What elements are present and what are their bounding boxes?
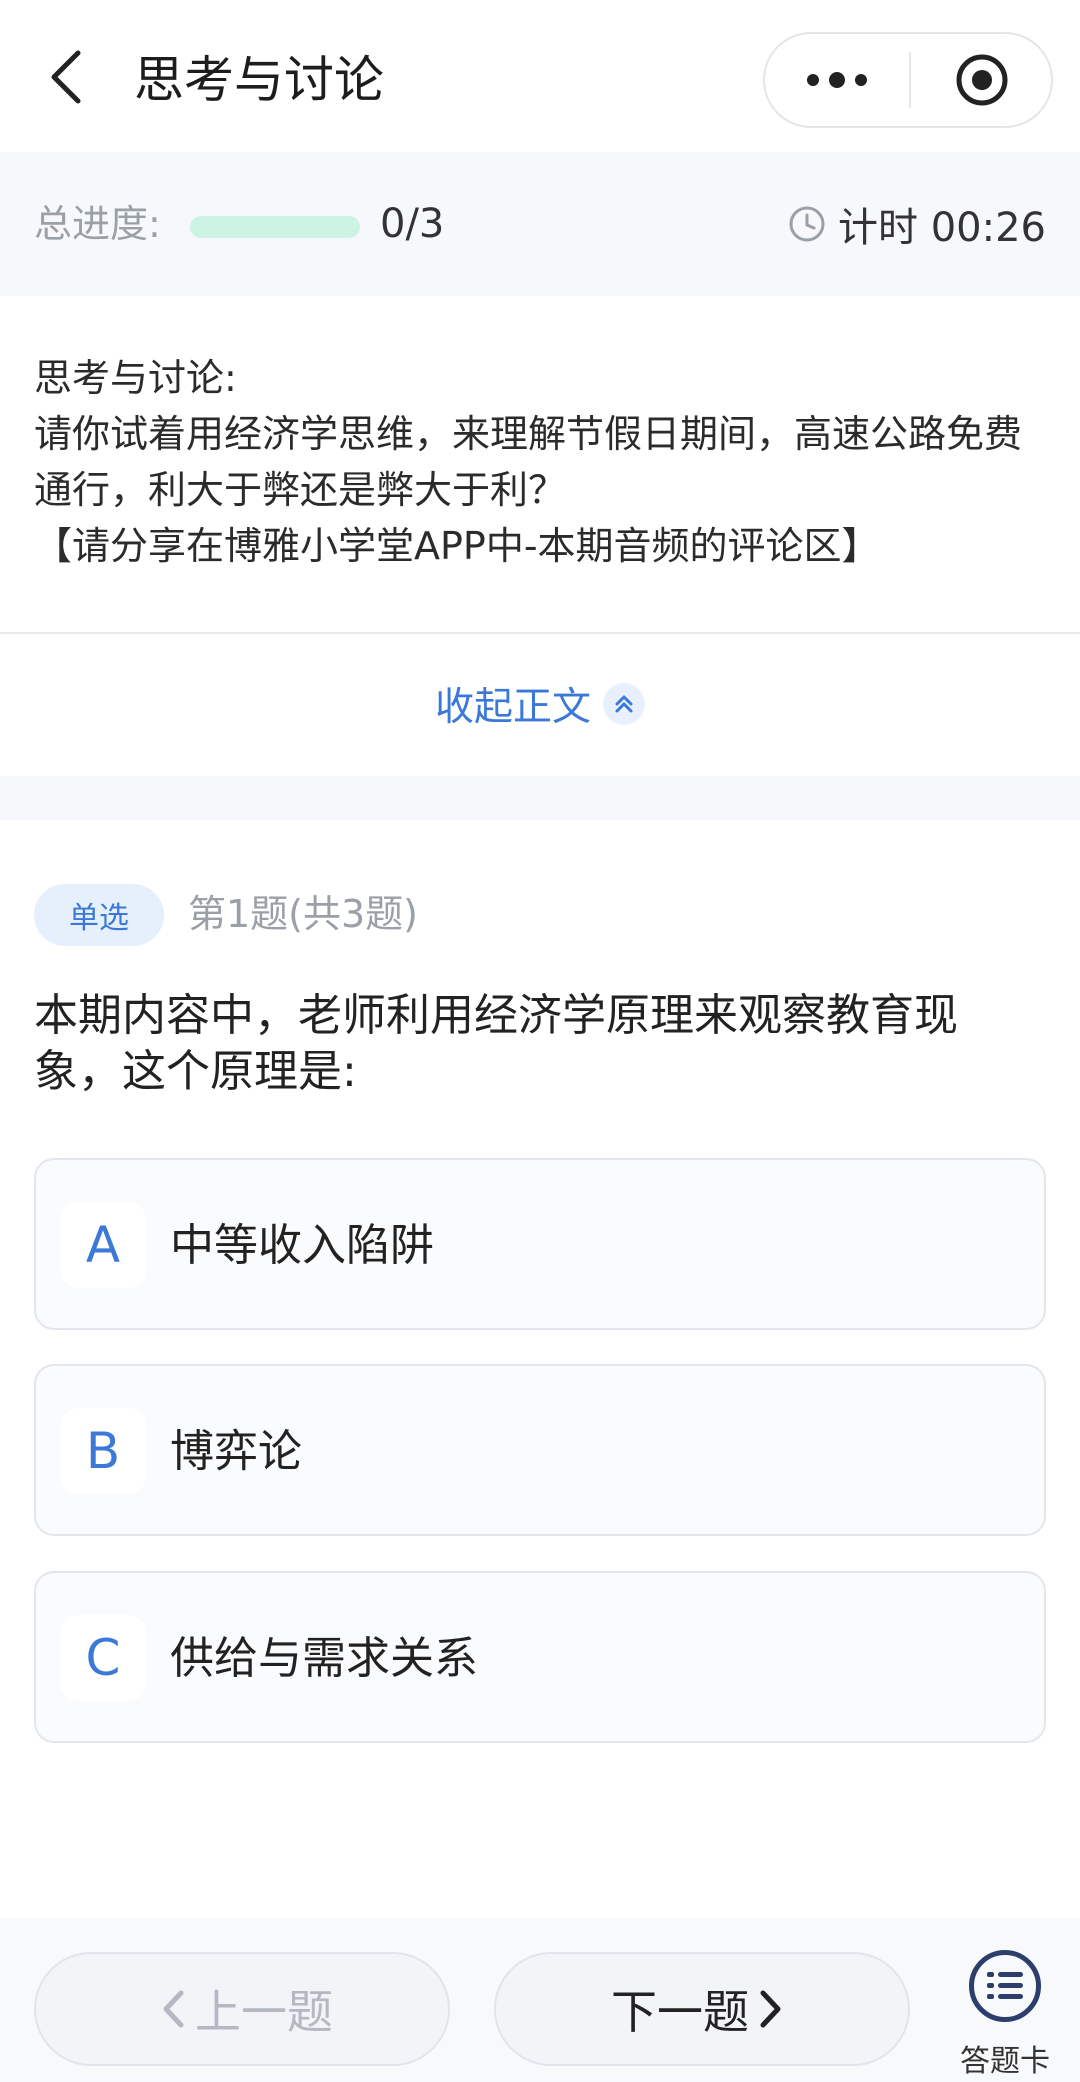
back-button[interactable]: [40, 46, 92, 108]
progress-label: 总进度:: [34, 202, 161, 246]
question-text: 本期内容中，老师利用经济学原理来观察教育现象，这个原理是:: [34, 990, 958, 1097]
page-title: 思考与讨论: [134, 51, 384, 109]
prev-question-button[interactable]: 上一题: [34, 1952, 450, 2066]
passage-question: 请你试着用经济学思维，来理解节假日期间，高速公路免费通行，利大于弊还是弊大于利？: [34, 412, 1023, 512]
question-index: 第1题(共3题): [188, 892, 419, 936]
chevron-left-icon: [163, 1990, 184, 2028]
chevron-left-icon: [51, 50, 81, 104]
more-dots-icon: [807, 72, 867, 88]
prev-label: 上一题: [195, 1985, 333, 2039]
option-letter: C: [60, 1615, 146, 1701]
passage-note: 【请分享在博雅小学堂APP中-本期音频的评论区】: [34, 524, 880, 568]
mini-program-capsule: [763, 32, 1053, 128]
next-label: 下一题: [611, 1985, 749, 2039]
progress-bar: [190, 216, 360, 238]
next-question-button[interactable]: 下一题: [494, 1952, 910, 2066]
question-type-badge: 单选: [34, 884, 164, 946]
divider: [0, 632, 1080, 634]
option-letter: A: [60, 1202, 146, 1288]
option-text: 博弈论: [170, 1426, 302, 1477]
bottom-bar: 上一题 下一题 答题卡: [0, 1918, 1080, 2082]
target-close-icon: [956, 54, 1008, 106]
option-a[interactable]: A 中等收入陷阱: [34, 1158, 1046, 1330]
passage-text: 思考与讨论: 请你试着用经济学思维，来理解节假日期间，高速公路免费通行，利大于弊…: [34, 350, 1054, 574]
option-c[interactable]: C 供给与需求关系: [34, 1571, 1046, 1743]
close-button[interactable]: [911, 34, 1053, 126]
progress-row: 总进度: 0/3 计时 00:26: [0, 152, 1080, 296]
answer-card-label: 答题卡: [960, 2044, 1050, 2079]
timer: 计时 00:26: [788, 198, 1046, 251]
option-text: 供给与需求关系: [170, 1633, 478, 1684]
section-separator: [0, 776, 1080, 820]
option-text: 中等收入陷阱: [170, 1220, 434, 1271]
timer-text: 计时 00:26: [838, 205, 1046, 251]
collapse-passage-button[interactable]: 收起正文: [0, 664, 1080, 744]
collapse-label: 收起正文: [434, 685, 591, 730]
more-button[interactable]: [765, 34, 909, 126]
option-letter: B: [60, 1408, 146, 1494]
answer-card-button[interactable]: 答题卡: [950, 1950, 1060, 2080]
chevron-right-icon: [760, 1990, 781, 2028]
double-chevron-up-icon: [603, 683, 645, 725]
list-icon: [969, 1950, 1041, 2022]
progress-count: 0/3: [380, 201, 445, 247]
option-b[interactable]: B 博弈论: [34, 1364, 1046, 1536]
clock-icon: [789, 206, 825, 242]
top-nav-bar: 思考与讨论: [0, 0, 1080, 152]
passage-heading: 思考与讨论:: [34, 356, 237, 400]
